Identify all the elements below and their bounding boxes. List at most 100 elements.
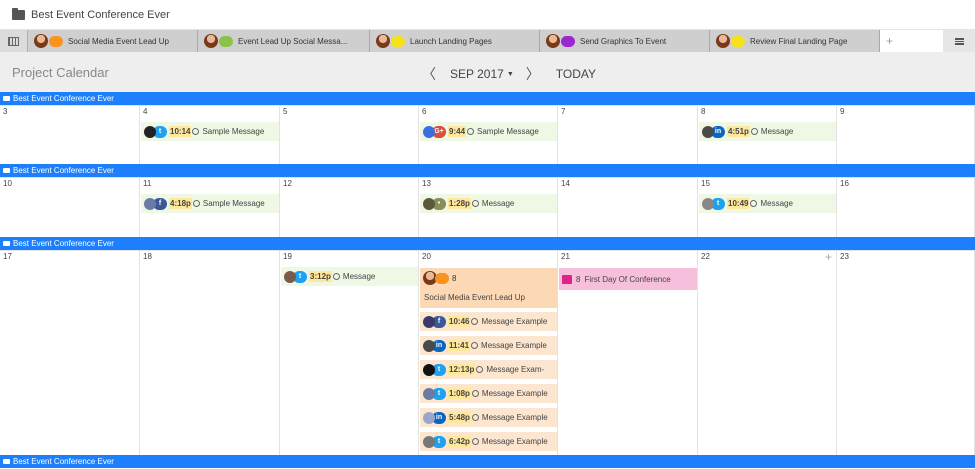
project-tab[interactable]: Send Graphics To Event bbox=[540, 30, 710, 52]
tab-label: Review Final Landing Page bbox=[750, 36, 848, 46]
add-tab-button[interactable]: + bbox=[880, 30, 943, 52]
project-event-label: Social Media Event Lead Up bbox=[424, 293, 525, 302]
scheduled-message[interactable]: in 11:41 Message Example bbox=[420, 336, 557, 355]
prev-month-button[interactable]: 〈 bbox=[418, 64, 440, 84]
project-event-header: 8 bbox=[423, 271, 456, 285]
message-title: Message bbox=[481, 199, 515, 208]
calendar-view-button[interactable] bbox=[0, 30, 28, 52]
day-number: 7 bbox=[561, 107, 566, 116]
next-month-button[interactable]: 〉 bbox=[522, 64, 544, 84]
avatar bbox=[423, 315, 435, 328]
day-cell[interactable]: 7 bbox=[558, 105, 698, 164]
tab-label: Social Media Event Lead Up bbox=[68, 36, 169, 46]
day-cell[interactable]: 23 bbox=[837, 250, 975, 455]
scheduled-message[interactable]: t 6:42p Message Example bbox=[420, 432, 557, 451]
add-event-button[interactable]: + bbox=[825, 250, 832, 264]
conference-event[interactable]: 8 First Day Of Conference bbox=[559, 268, 697, 290]
day-number: 18 bbox=[143, 252, 152, 261]
avatar bbox=[144, 197, 156, 210]
project-tab[interactable]: Review Final Landing Page bbox=[710, 30, 880, 52]
message-title: Message Example bbox=[481, 437, 548, 446]
today-button[interactable]: TODAY bbox=[556, 67, 596, 81]
day-cell[interactable]: 12 bbox=[280, 177, 419, 237]
avatar bbox=[144, 125, 156, 138]
scheduled-message[interactable]: in 4:51p Message bbox=[699, 122, 836, 141]
message-title: Message bbox=[342, 272, 376, 281]
project-week-banner[interactable]: Best Event Conference Ever bbox=[0, 455, 975, 468]
tabs-menu-button[interactable] bbox=[943, 30, 975, 52]
project-badge-icon bbox=[219, 35, 233, 47]
workspace-header: Best Event Conference Ever bbox=[0, 0, 975, 30]
day-cell[interactable]: 3 bbox=[0, 105, 140, 164]
message-title: Message bbox=[760, 127, 794, 136]
project-week-banner[interactable]: Best Event Conference Ever bbox=[0, 237, 975, 250]
project-tab[interactable]: Event Lead Up Social Messa... bbox=[198, 30, 370, 52]
day-number: 22 bbox=[701, 252, 710, 261]
clock-icon bbox=[471, 318, 479, 325]
scheduled-message[interactable]: t 1:08p Message Example bbox=[420, 384, 557, 403]
project-tab[interactable]: Launch Landing Pages bbox=[370, 30, 540, 52]
day-number: 4 bbox=[143, 107, 148, 116]
banner-label: Best Event Conference Ever bbox=[13, 166, 114, 175]
day-cell[interactable]: 5 bbox=[280, 105, 419, 164]
scheduled-message[interactable]: t 3:12p Message bbox=[281, 267, 418, 286]
project-tabs: Social Media Event Lead Up Event Lead Up … bbox=[0, 30, 975, 52]
avatar bbox=[376, 34, 390, 48]
message-title: Message Example bbox=[481, 413, 548, 422]
month-selector[interactable]: SEP 2017 bbox=[450, 67, 504, 81]
day-number: 14 bbox=[561, 179, 570, 188]
message-title: Message Exam- bbox=[486, 365, 545, 374]
project-badge-icon bbox=[49, 35, 63, 47]
scheduled-message[interactable]: f 4:18p Sample Message bbox=[141, 194, 279, 213]
page-title: Project Calendar bbox=[12, 65, 109, 80]
day-cell[interactable]: 10 bbox=[0, 177, 140, 237]
message-title: Message Example bbox=[481, 341, 547, 350]
avatar bbox=[423, 197, 435, 210]
day-number: 15 bbox=[701, 179, 710, 188]
day-cell[interactable]: 22 + bbox=[698, 250, 837, 455]
project-badge-icon bbox=[391, 35, 405, 47]
clock-icon bbox=[192, 200, 200, 207]
scheduled-message[interactable]: G+ 9:44 Sample Message bbox=[420, 122, 557, 141]
message-time: 10:46 bbox=[448, 316, 471, 327]
day-number: 20 bbox=[422, 252, 431, 261]
project-week-banner[interactable]: Best Event Conference Ever bbox=[0, 92, 975, 105]
scheduled-message[interactable]: t 10:49 Message bbox=[699, 194, 836, 213]
message-time: 9:44 bbox=[448, 126, 467, 137]
day-cell[interactable]: 14 bbox=[558, 177, 698, 237]
event-count: 8 bbox=[576, 274, 581, 284]
calendar-grid-icon bbox=[8, 36, 19, 46]
message-time: 11:41 bbox=[448, 340, 471, 351]
chevron-down-icon[interactable]: ▼ bbox=[507, 71, 514, 78]
avatar bbox=[716, 34, 730, 48]
scheduled-message[interactable]: in 5:48p Message Example bbox=[420, 408, 557, 427]
project-badge-icon bbox=[731, 35, 745, 47]
folder-icon bbox=[3, 168, 10, 173]
tab-label: Launch Landing Pages bbox=[410, 36, 492, 46]
day-cell[interactable]: 17 bbox=[0, 250, 140, 455]
month-navigation: 〈 SEP 2017 ▼ 〉 TODAY bbox=[418, 64, 596, 84]
scheduled-message[interactable]: f 10:46 Message Example bbox=[420, 312, 557, 331]
banner-label: Best Event Conference Ever bbox=[13, 457, 114, 466]
day-cell[interactable]: 9 bbox=[837, 105, 975, 164]
project-week-banner[interactable]: Best Event Conference Ever bbox=[0, 164, 975, 177]
scheduled-message[interactable]: t 12:13p Message Exam- bbox=[420, 360, 557, 379]
workspace-title[interactable]: Best Event Conference Ever bbox=[31, 9, 170, 21]
avatar bbox=[423, 363, 435, 376]
megaphone-icon bbox=[435, 272, 449, 284]
scheduled-message[interactable]: • 1:28p Message bbox=[420, 194, 557, 213]
day-number: 10 bbox=[3, 179, 12, 188]
day-number: 5 bbox=[283, 107, 288, 116]
avatar bbox=[34, 34, 48, 48]
avatar bbox=[546, 34, 560, 48]
day-cell[interactable]: 18 bbox=[140, 250, 280, 455]
message-time: 1:28p bbox=[448, 198, 471, 209]
day-number: 6 bbox=[422, 107, 427, 116]
project-tab[interactable]: Social Media Event Lead Up bbox=[28, 30, 198, 52]
project-event[interactable]: 8 Social Media Event Lead Up bbox=[420, 268, 557, 308]
message-title: Message bbox=[760, 199, 793, 208]
day-cell[interactable]: 16 bbox=[837, 177, 975, 237]
message-title: Sample Message bbox=[477, 127, 539, 136]
scheduled-message[interactable]: t 10:14 Sample Message bbox=[141, 122, 279, 141]
clock-icon bbox=[750, 128, 758, 135]
